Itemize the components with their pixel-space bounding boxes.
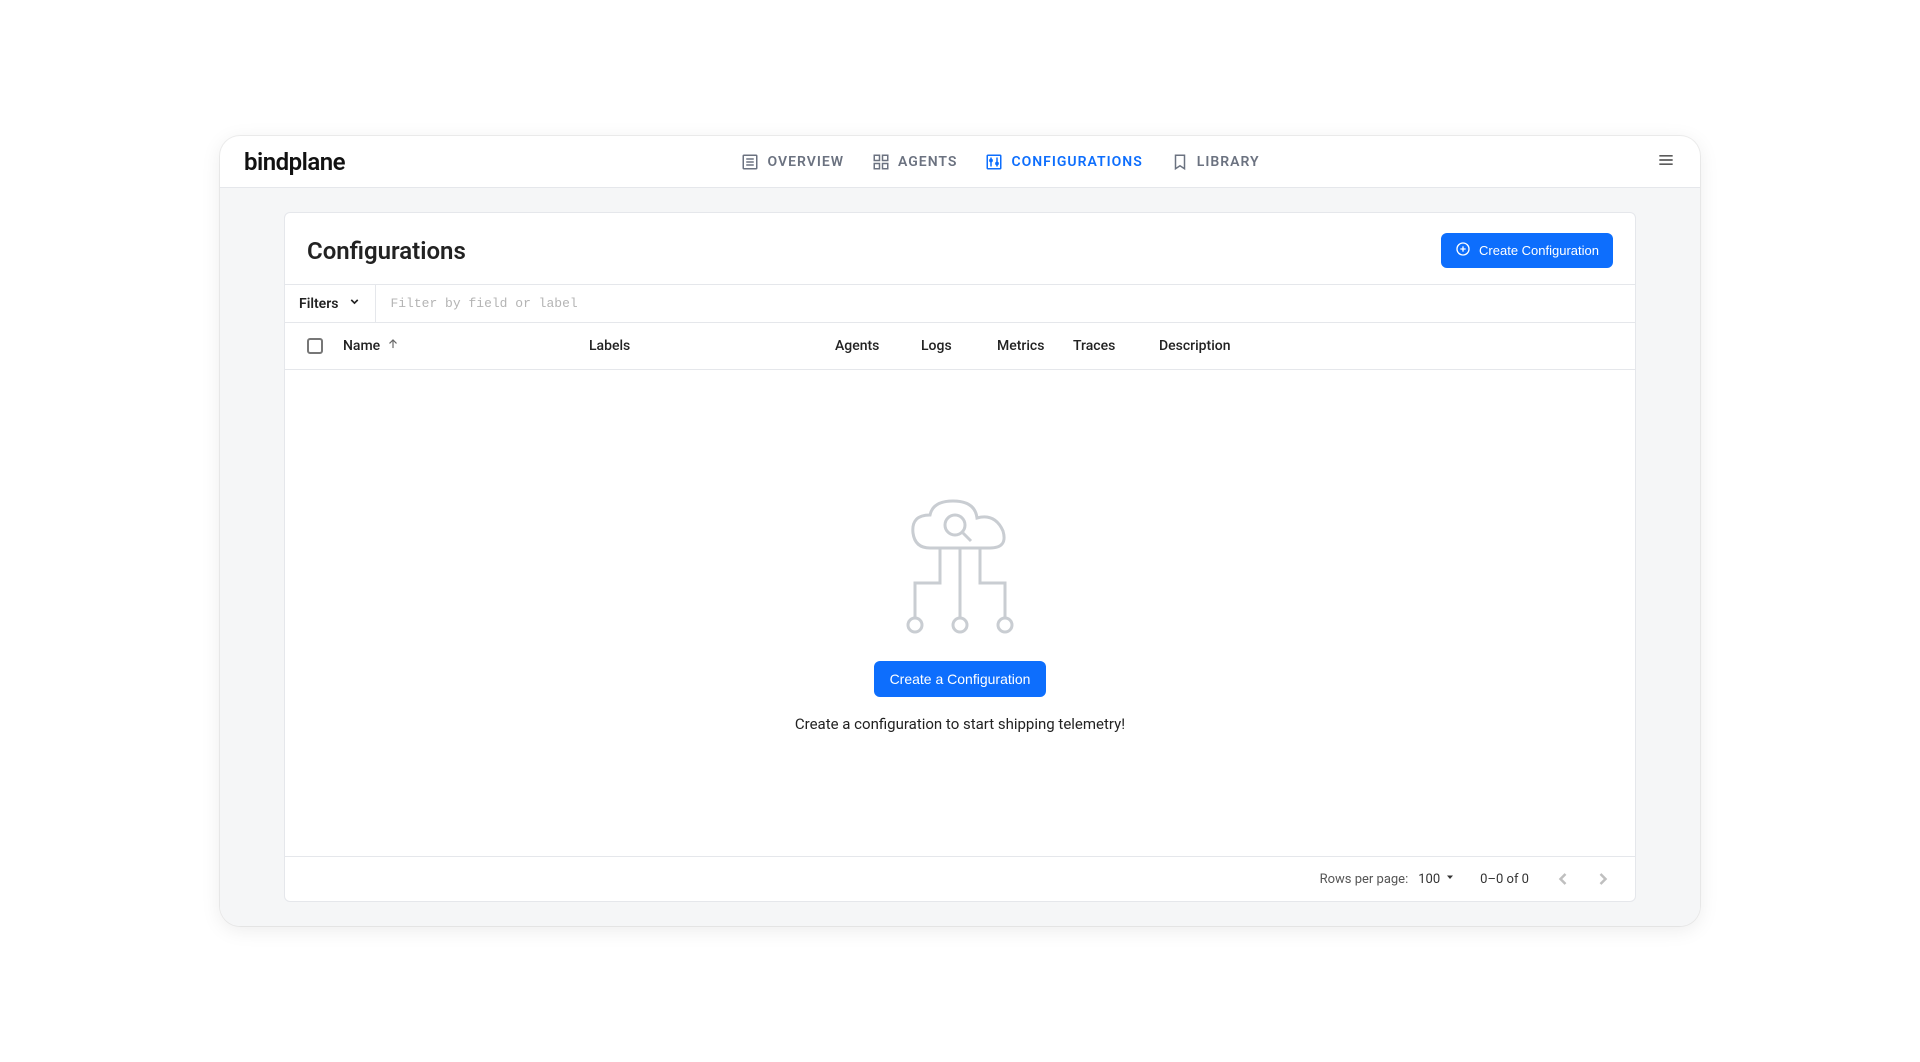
prev-page-button[interactable]	[1553, 869, 1573, 889]
chevron-down-icon	[348, 295, 361, 312]
filters-button-label: Filters	[299, 296, 338, 312]
page-range: 0–0 of 0	[1480, 872, 1529, 887]
next-page-button[interactable]	[1593, 869, 1613, 889]
logo[interactable]: bindplane	[244, 148, 345, 176]
overview-icon	[741, 153, 759, 171]
configurations-card: Configurations Create Configuration Filt…	[284, 212, 1636, 902]
nav-agents[interactable]: AGENTS	[872, 153, 957, 171]
card-header: Configurations Create Configuration	[285, 213, 1635, 284]
column-metrics[interactable]: Metrics	[997, 338, 1057, 354]
filter-row: Filters	[285, 284, 1635, 323]
rows-per-page: Rows per page: 100	[1320, 871, 1457, 887]
nav-library[interactable]: LIBRARY	[1171, 153, 1260, 171]
empty-state: Create a Configuration Create a configur…	[285, 370, 1635, 856]
sort-ascending-icon	[386, 337, 400, 355]
column-name-label: Name	[343, 338, 380, 354]
agents-icon	[872, 153, 890, 171]
content-area: Configurations Create Configuration Filt…	[220, 188, 1700, 926]
caret-down-icon	[1444, 871, 1456, 887]
nav-overview-label: OVERVIEW	[767, 154, 844, 170]
nav-library-label: LIBRARY	[1197, 154, 1260, 170]
library-icon	[1171, 153, 1189, 171]
rows-per-page-value: 100	[1418, 872, 1440, 887]
column-agents[interactable]: Agents	[835, 338, 905, 354]
create-configuration-button[interactable]: Create Configuration	[1441, 233, 1613, 268]
rows-per-page-label: Rows per page:	[1320, 872, 1409, 887]
column-labels[interactable]: Labels	[589, 338, 819, 354]
empty-state-message: Create a configuration to start shipping…	[795, 715, 1125, 733]
filter-input[interactable]	[376, 285, 1635, 322]
nav-overview[interactable]: OVERVIEW	[741, 153, 844, 171]
main-nav: OVERVIEW AGENTS CONFIGURATIONS LIBRARY	[741, 153, 1259, 171]
pagination: Rows per page: 100 0–0 of 0	[285, 856, 1635, 901]
column-traces[interactable]: Traces	[1073, 338, 1143, 354]
table-header: Name Labels Agents Logs Metrics Traces D…	[285, 323, 1635, 370]
nav-agents-label: AGENTS	[898, 154, 957, 170]
rows-per-page-select[interactable]: 100	[1418, 871, 1456, 887]
app-window: bindplane OVERVIEW AGENTS CONFIGURATIONS	[220, 136, 1700, 926]
empty-cloud-icon	[895, 493, 1025, 643]
page-nav	[1553, 869, 1613, 889]
nav-configurations-label: CONFIGURATIONS	[1011, 154, 1142, 170]
column-name[interactable]: Name	[343, 337, 573, 355]
plus-circle-icon	[1455, 241, 1471, 260]
column-description[interactable]: Description	[1159, 338, 1613, 354]
hamburger-menu-icon[interactable]	[1656, 150, 1676, 174]
column-logs[interactable]: Logs	[921, 338, 981, 354]
create-configuration-label: Create Configuration	[1479, 243, 1599, 258]
page-title: Configurations	[307, 237, 466, 265]
filters-button[interactable]: Filters	[285, 285, 376, 322]
topbar: bindplane OVERVIEW AGENTS CONFIGURATIONS	[220, 136, 1700, 188]
configurations-icon	[985, 153, 1003, 171]
select-all-checkbox[interactable]	[307, 338, 323, 354]
select-all-checkbox-col	[307, 338, 327, 354]
nav-configurations[interactable]: CONFIGURATIONS	[985, 153, 1142, 171]
create-configuration-empty-button[interactable]: Create a Configuration	[874, 661, 1047, 697]
